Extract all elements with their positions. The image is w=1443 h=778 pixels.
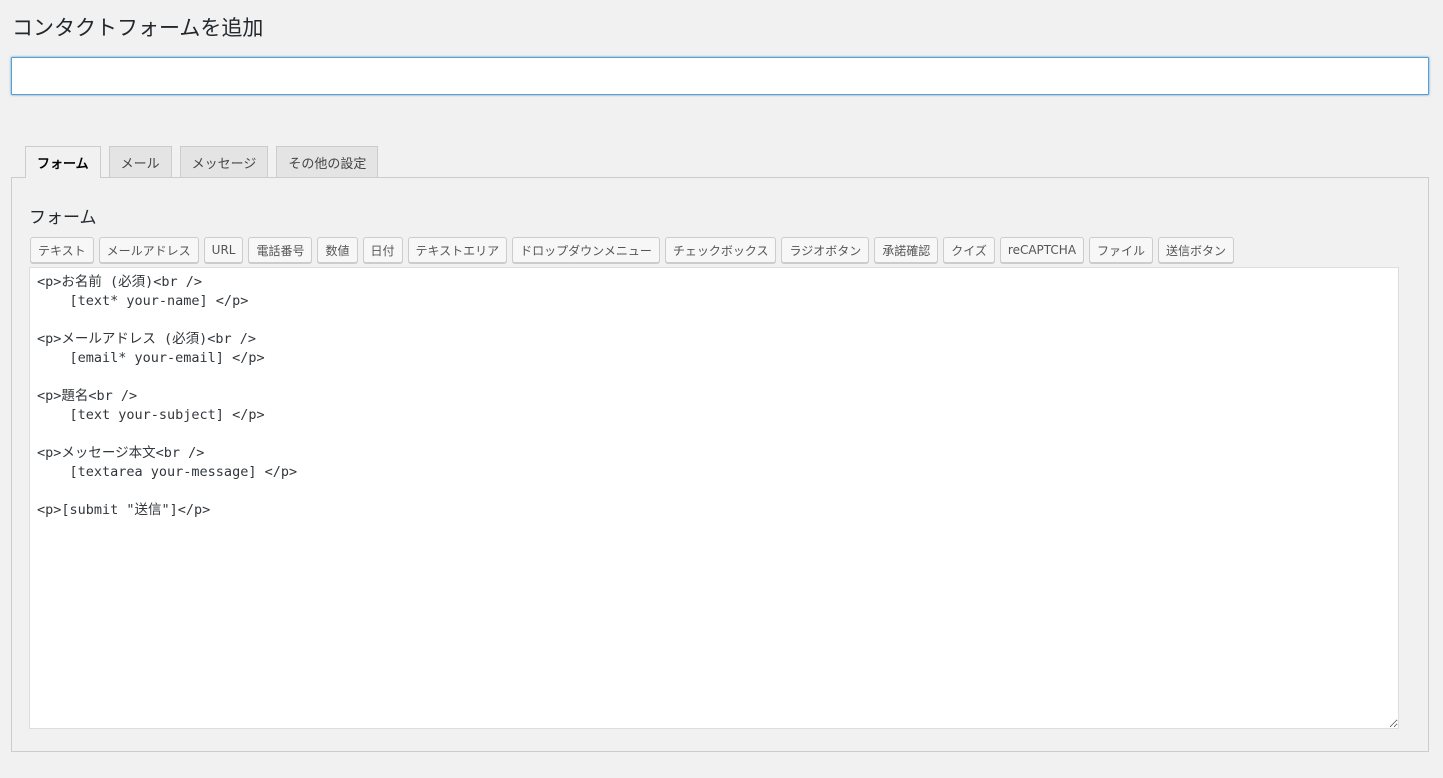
- form-panel: フォーム テキスト メールアドレス URL 電話番号 数値 日付 テキストエリア…: [11, 177, 1429, 752]
- tab-form[interactable]: フォーム: [25, 146, 101, 178]
- panel-heading: フォーム: [29, 208, 97, 228]
- form-template-editor[interactable]: <p>お名前 (必須)<br /> [text* your-name] </p>…: [29, 267, 1399, 729]
- tag-radio-button[interactable]: ラジオボタン: [781, 237, 870, 263]
- tab-additional-settings[interactable]: その他の設定: [276, 146, 379, 177]
- tab-mail[interactable]: メール: [108, 146, 172, 177]
- tab-bar: フォーム メール メッセージ その他の設定: [25, 146, 386, 178]
- tag-generator-buttons: テキスト メールアドレス URL 電話番号 数値 日付 テキストエリア ドロップ…: [30, 237, 1235, 263]
- tag-textarea-button[interactable]: テキストエリア: [407, 237, 508, 263]
- tag-checkbox-button[interactable]: チェックボックス: [664, 237, 777, 263]
- tag-dropdown-button[interactable]: ドロップダウンメニュー: [512, 237, 660, 263]
- form-title-input[interactable]: [11, 57, 1429, 95]
- tag-tel-button[interactable]: 電話番号: [248, 237, 313, 263]
- tag-email-button[interactable]: メールアドレス: [98, 237, 199, 263]
- tag-acceptance-button[interactable]: 承諾確認: [874, 237, 939, 263]
- tag-quiz-button[interactable]: クイズ: [943, 237, 995, 263]
- tag-submit-button[interactable]: 送信ボタン: [1158, 237, 1235, 263]
- tag-recaptcha-button[interactable]: reCAPTCHA: [999, 237, 1085, 263]
- tag-text-button[interactable]: テキスト: [30, 237, 94, 263]
- tag-file-button[interactable]: ファイル: [1089, 237, 1154, 263]
- page-title: コンタクトフォームを追加: [12, 16, 264, 40]
- tag-url-button[interactable]: URL: [203, 237, 244, 263]
- tag-number-button[interactable]: 数値: [317, 237, 358, 263]
- tag-date-button[interactable]: 日付: [362, 237, 403, 263]
- tab-messages[interactable]: メッセージ: [179, 146, 269, 177]
